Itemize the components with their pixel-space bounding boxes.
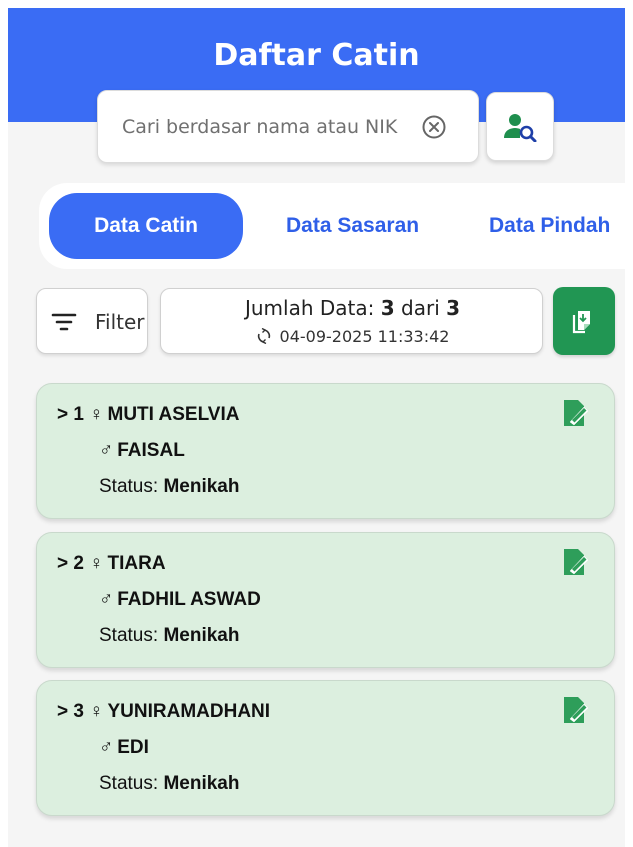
status-label: Status: [99, 773, 159, 794]
list-item[interactable]: > 3 ♀ YUNIRAMADHANI ♂ EDI Status: Menikah [36, 680, 615, 816]
card-couple-female: > 2 ♀ TIARA [57, 553, 166, 575]
male-name: FAISAL [117, 440, 185, 461]
female-name: MUTI ASELVIA [107, 404, 240, 425]
tab-bar: Data Catin Data Sasaran Data Pindah [39, 183, 625, 269]
card-index: 3 [73, 701, 84, 722]
male-name: EDI [117, 737, 149, 758]
status-label: Status: [99, 625, 159, 646]
card-status: Status: Menikah [99, 625, 239, 647]
male-symbol-icon: ♂ [99, 589, 114, 610]
female-name: TIARA [107, 553, 166, 574]
male-symbol-icon: ♂ [99, 440, 114, 461]
count-total: 3 [446, 296, 461, 320]
page: Daftar Catin Data Catin Data Sasaran Dat… [8, 8, 625, 847]
tab-data-pindah[interactable]: Data Pindah [489, 193, 610, 259]
card-couple-female: > 1 ♀ MUTI ASELVIA [57, 404, 239, 426]
filter-icon [51, 313, 77, 331]
card-status: Status: Menikah [99, 476, 239, 498]
card-couple-male: ♂ FAISAL [99, 440, 185, 462]
chevron-right-icon[interactable]: > [57, 404, 68, 425]
last-sync: 04-09-2025 11:33:42 [161, 327, 544, 346]
page-title: Daftar Catin [213, 38, 420, 73]
female-symbol-icon: ♀ [89, 404, 104, 425]
last-sync-time: 04-09-2025 11:33:42 [279, 327, 450, 346]
data-count: Jumlah Data: 3 dari 3 [161, 296, 544, 320]
status-value: Menikah [163, 476, 240, 497]
user-search-icon [504, 113, 537, 142]
count-shown: 3 [380, 296, 395, 320]
export-document-icon [572, 311, 590, 334]
export-button[interactable] [553, 287, 615, 355]
sync-icon[interactable] [256, 327, 272, 345]
male-symbol-icon: ♂ [99, 737, 114, 758]
tab-data-sasaran[interactable]: Data Sasaran [286, 193, 419, 259]
female-symbol-icon: ♀ [89, 701, 104, 722]
count-label: Jumlah Data: [244, 296, 375, 320]
card-couple-female: > 3 ♀ YUNIRAMADHANI [57, 701, 270, 723]
edit-icon[interactable] [562, 547, 588, 577]
count-separator: dari [401, 296, 440, 320]
female-symbol-icon: ♀ [89, 553, 104, 574]
list-item[interactable]: > 1 ♀ MUTI ASELVIA ♂ FAISAL Status: Menika… [36, 383, 615, 519]
card-index: 2 [73, 553, 84, 574]
edit-icon[interactable] [562, 695, 588, 725]
card-index: 1 [73, 404, 84, 425]
card-couple-male: ♂ FADHIL ASWAD [99, 589, 261, 611]
male-name: FADHIL ASWAD [117, 589, 261, 610]
status-value: Menikah [163, 773, 240, 794]
clear-icon[interactable] [420, 113, 448, 141]
card-couple-male: ♂ EDI [99, 737, 149, 759]
chevron-right-icon[interactable]: > [57, 701, 68, 722]
status-label: Status: [99, 476, 159, 497]
user-search-button[interactable] [486, 92, 554, 161]
search-box [97, 90, 479, 163]
list-item[interactable]: > 2 ♀ TIARA ♂ FADHIL ASWAD Status: Menikah [36, 532, 615, 668]
card-status: Status: Menikah [99, 773, 239, 795]
filter-button[interactable]: Filter [36, 288, 148, 354]
tab-data-catin[interactable]: Data Catin [49, 193, 243, 259]
female-name: YUNIRAMADHANI [107, 701, 271, 722]
data-count-box: Jumlah Data: 3 dari 3 04-09-2025 11:33:4… [160, 288, 543, 354]
status-value: Menikah [163, 625, 240, 646]
chevron-right-icon[interactable]: > [57, 553, 68, 574]
search-input[interactable] [122, 113, 422, 141]
filter-label: Filter [95, 310, 145, 334]
edit-icon[interactable] [562, 398, 588, 428]
